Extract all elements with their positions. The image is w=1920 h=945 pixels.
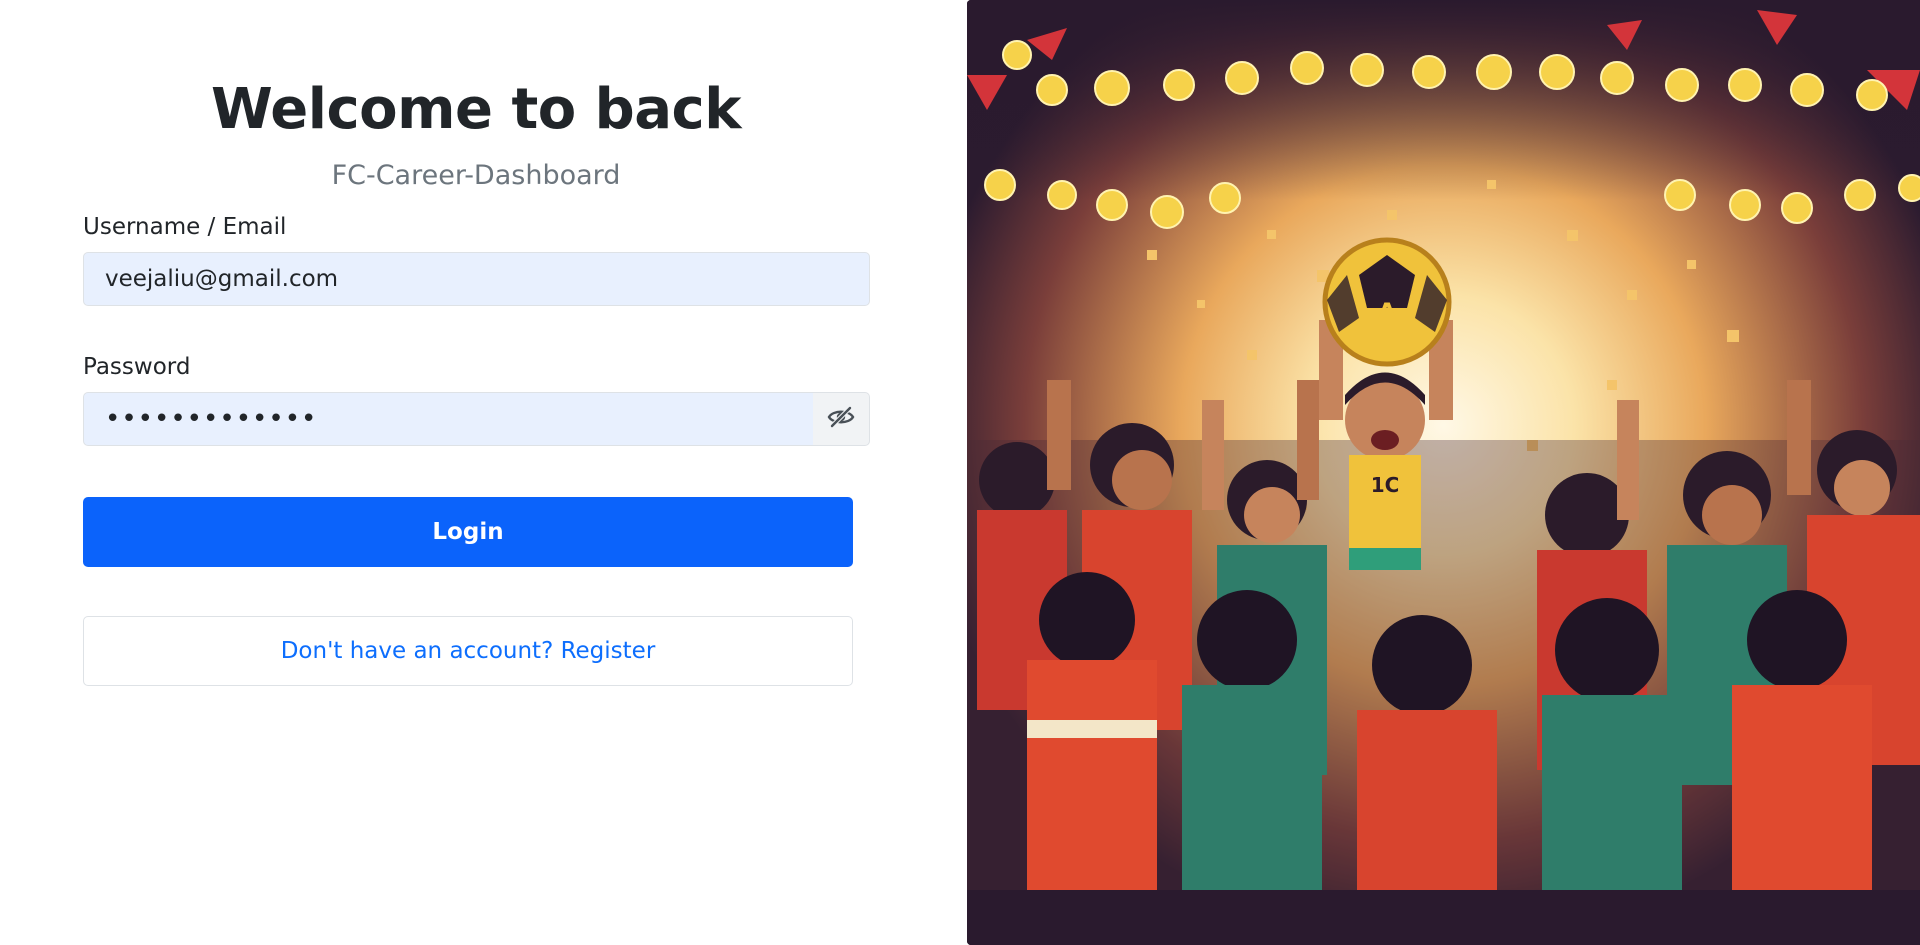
username-input[interactable]	[83, 252, 870, 306]
password-toggle-button[interactable]	[813, 392, 870, 446]
crowd	[967, 380, 1920, 945]
ball-letter: A	[1378, 298, 1397, 326]
username-label: Username / Email	[83, 214, 287, 240]
login-button[interactable]: Login	[83, 497, 853, 567]
login-panel: Welcome to back FC-Career-Dashboard User…	[0, 0, 967, 945]
page-title: Welcome to back	[211, 77, 742, 142]
password-input[interactable]	[83, 392, 814, 446]
register-link[interactable]: Don't have an account? Register	[281, 638, 656, 664]
jersey-text: 1C	[1371, 473, 1400, 497]
login-page: Welcome to back FC-Career-Dashboard User…	[0, 0, 1920, 945]
page-subtitle: FC-Career-Dashboard	[331, 160, 621, 191]
password-label: Password	[83, 354, 191, 380]
eye-slash-icon	[827, 405, 855, 433]
register-box: Don't have an account? Register	[83, 616, 853, 686]
hero-image: 1C A	[967, 0, 1920, 945]
